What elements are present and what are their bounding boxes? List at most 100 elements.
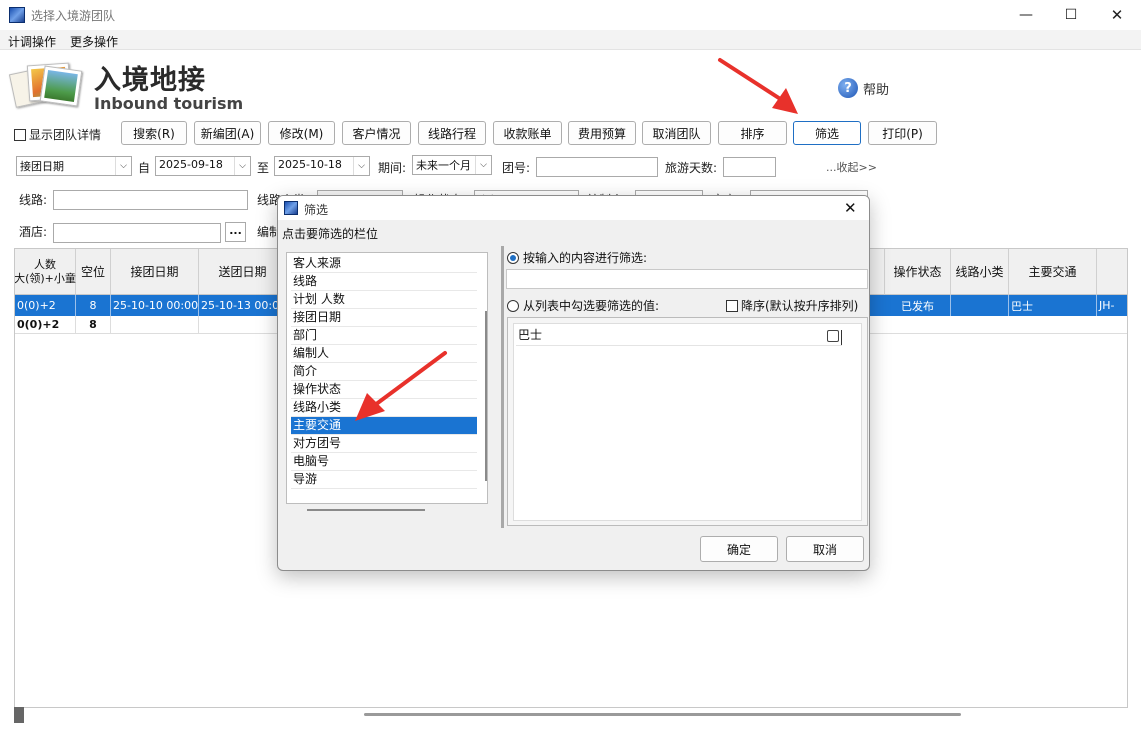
list-item[interactable]: 线路小类 xyxy=(291,399,477,417)
cell-op-status: 已发布 xyxy=(885,295,951,316)
col-header-op-status[interactable]: 操作状态 xyxy=(885,249,951,295)
chevron-down-icon: ⌵ xyxy=(115,157,131,175)
tour-days-label: 旅游天数: xyxy=(665,161,718,175)
col-header-people[interactable]: 人数 大(领)+小童 xyxy=(15,249,76,295)
period-label: 期间: xyxy=(378,161,407,175)
dialog-close-icon[interactable]: ✕ xyxy=(844,199,857,217)
show-detail-label: 显示团队详情 xyxy=(29,128,102,142)
list-item[interactable]: 计划 人数 xyxy=(291,291,477,309)
list-item[interactable]: 编制人 xyxy=(291,345,477,363)
list-item[interactable]: 操作状态 xyxy=(291,381,477,399)
dialog-title-bar: 筛选 ✕ xyxy=(278,196,869,220)
from-label: 自 xyxy=(138,161,151,175)
dialog-title: 筛选 xyxy=(304,203,329,217)
col-header-transport[interactable]: 主要交通 xyxy=(1009,249,1097,295)
show-detail-toggle[interactable]: 显示团队详情 xyxy=(14,126,101,143)
splitter[interactable] xyxy=(501,246,504,528)
descending-checkbox[interactable] xyxy=(726,299,738,312)
dialog-app-icon xyxy=(284,201,298,215)
radio-list-filter[interactable]: 从列表中勾选要筛选的值: xyxy=(507,297,659,314)
chevron-down-icon: ⌵ xyxy=(234,157,250,175)
page-title: 入境地接 xyxy=(94,65,206,96)
date-type-select[interactable]: 接团日期 ⌵ xyxy=(16,156,132,176)
menu-more-ops[interactable]: 更多操作 xyxy=(70,33,118,50)
group-no-label: 团号: xyxy=(502,161,531,175)
cell-end-date: 25-10-13 00:0 xyxy=(199,295,287,316)
route-input[interactable] xyxy=(53,190,248,210)
ok-button[interactable]: 确定 xyxy=(700,536,778,562)
from-date-picker[interactable]: 2025-09-18 ⌵ xyxy=(155,156,251,176)
filter-text-input[interactable] xyxy=(506,269,868,289)
route-label: 线路: xyxy=(19,193,48,207)
dialog-prompt: 点击要筛选的栏位 xyxy=(282,227,379,241)
list-horizontal-scrollbar[interactable] xyxy=(307,509,425,511)
search-button[interactable]: 搜索(R) xyxy=(121,121,187,145)
list-item-selected[interactable]: 主要交通 xyxy=(291,417,477,435)
cell-start-date: 25-10-10 00:00 xyxy=(111,295,199,316)
cell-route-sub xyxy=(951,295,1009,316)
new-group-button[interactable]: 新编团(A) xyxy=(194,121,261,145)
menu-dispatch-ops[interactable]: 计调操作 xyxy=(8,33,56,50)
maximize-button[interactable]: ☐ xyxy=(1048,0,1094,30)
cancel-group-button[interactable]: 取消团队 xyxy=(642,121,711,145)
col-header-empty-seats[interactable]: 空位 xyxy=(76,249,111,295)
page-subtitle: Inbound tourism xyxy=(94,94,244,113)
from-date-value: 2025-09-18 xyxy=(159,158,223,171)
cost-budget-button[interactable]: 费用预算 xyxy=(568,121,636,145)
list-item[interactable]: 接团日期 xyxy=(291,309,477,327)
descending-label: 降序(默认按升序排列) xyxy=(741,299,859,313)
help-link[interactable]: ? 帮助 xyxy=(838,78,889,98)
col-header-route-sub[interactable]: 线路小类 xyxy=(951,249,1009,295)
value-list-frame: 巴士 xyxy=(507,317,868,526)
scroll-left-thumb[interactable] xyxy=(14,707,24,723)
print-button[interactable]: 打印(P) xyxy=(868,121,937,145)
text-caret xyxy=(841,330,842,345)
cell-code: JH- xyxy=(1099,299,1115,312)
col-header-extra xyxy=(1097,249,1127,295)
descending-toggle[interactable]: 降序(默认按升序排列) xyxy=(726,297,858,314)
cell-transport: 巴士 xyxy=(1009,295,1097,316)
col-header-end-date[interactable]: 送团日期 xyxy=(199,249,287,295)
chevron-down-icon: ⌵ xyxy=(353,157,369,175)
sort-button[interactable]: 排序 xyxy=(718,121,787,145)
value-checkbox[interactable] xyxy=(827,330,839,342)
field-list[interactable]: 客人来源 线路 计划 人数 接团日期 部门 编制人 简介 操作状态 线路小类 主… xyxy=(286,252,488,511)
title-bar: 选择入境游团队 — ☐ ✕ xyxy=(0,0,1141,30)
route-itinerary-button[interactable]: 线路行程 xyxy=(418,121,486,145)
horizontal-scrollbar[interactable] xyxy=(364,713,961,716)
filter-dialog: 筛选 ✕ 点击要筛选的栏位 客人来源 线路 计划 人数 接团日期 部门 编制人 … xyxy=(277,195,870,571)
photos-logo-icon xyxy=(8,60,83,112)
hotel-label: 酒店: xyxy=(19,225,48,239)
filter-button[interactable]: 筛选 xyxy=(793,121,861,145)
hotel-browse-button[interactable]: ... xyxy=(225,222,246,242)
list-item[interactable]: 导游 xyxy=(291,471,477,489)
cancel-button[interactable]: 取消 xyxy=(786,536,864,562)
receipt-bill-button[interactable]: 收款账单 xyxy=(493,121,562,145)
to-date-picker[interactable]: 2025-10-18 ⌵ xyxy=(274,156,370,176)
list-vertical-scrollbar[interactable] xyxy=(485,311,487,481)
close-button[interactable]: ✕ xyxy=(1094,0,1140,30)
list-item[interactable]: 客人来源 xyxy=(291,255,477,273)
radio-list-icon[interactable] xyxy=(507,299,519,312)
radio-input-icon[interactable] xyxy=(507,251,519,264)
collapse-link[interactable]: ...收起>> xyxy=(826,159,877,175)
tour-days-input[interactable] xyxy=(723,157,776,177)
col-header-start-date[interactable]: 接团日期 xyxy=(111,249,199,295)
radio-input-filter[interactable]: 按输入的内容进行筛选: xyxy=(507,249,647,266)
show-detail-checkbox[interactable] xyxy=(14,128,26,141)
help-label: 帮助 xyxy=(863,82,890,98)
list-item[interactable]: 线路 xyxy=(291,273,477,291)
value-list[interactable]: 巴士 xyxy=(513,323,862,521)
minimize-button[interactable]: — xyxy=(1003,0,1049,30)
list-item[interactable]: 巴士 xyxy=(516,326,842,346)
list-item[interactable]: 部门 xyxy=(291,327,477,345)
list-item[interactable]: 电脑号 xyxy=(291,453,477,471)
modify-button[interactable]: 修改(M) xyxy=(268,121,335,145)
list-item[interactable]: 对方团号 xyxy=(291,435,477,453)
period-select[interactable]: 未来一个月 ⌵ xyxy=(412,155,492,175)
group-no-input[interactable] xyxy=(536,157,658,177)
hotel-input[interactable] xyxy=(53,223,221,243)
cell-empty: 8 xyxy=(76,295,111,316)
list-item[interactable]: 简介 xyxy=(291,363,477,381)
customer-info-button[interactable]: 客户情况 xyxy=(342,121,411,145)
